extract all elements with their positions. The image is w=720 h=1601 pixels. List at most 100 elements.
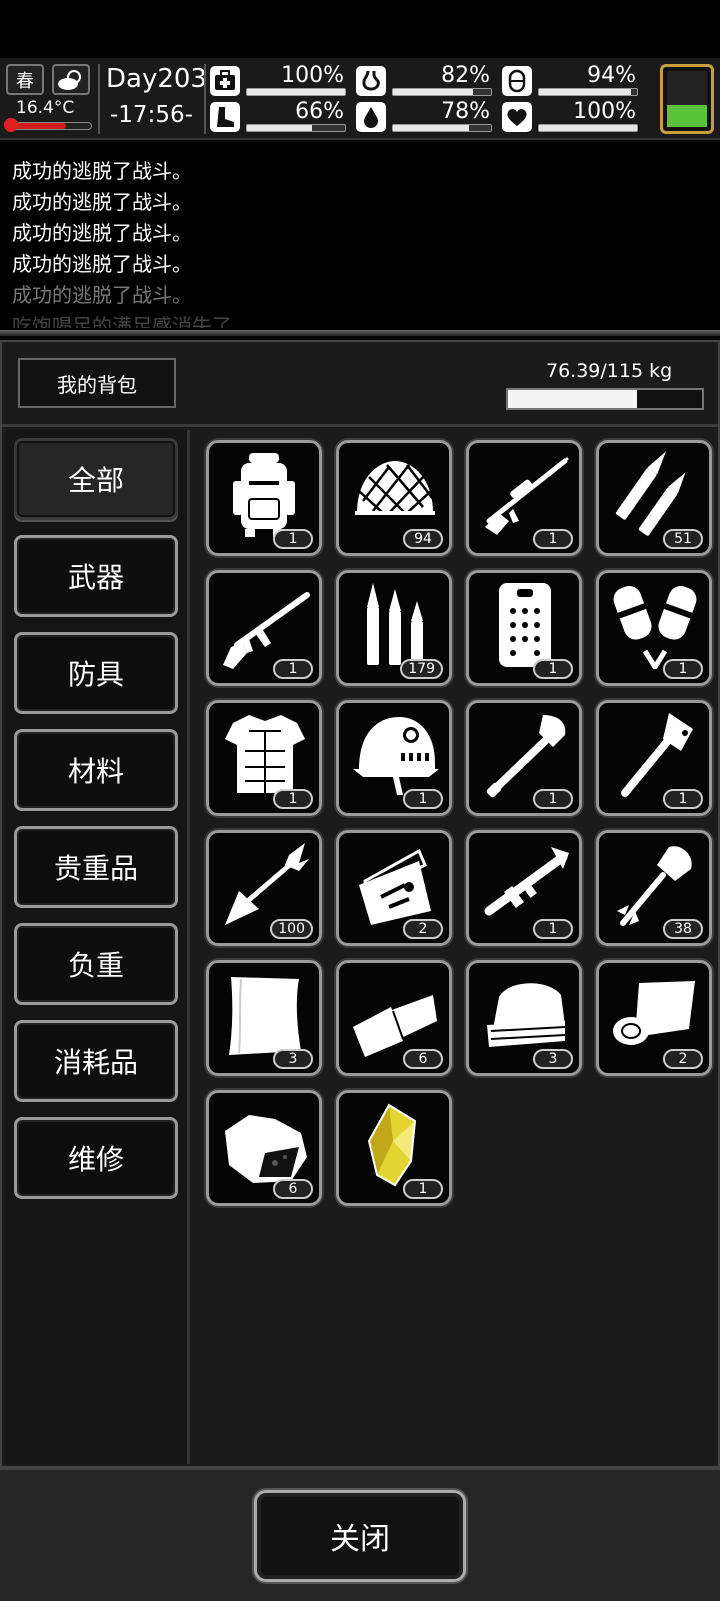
inventory-slot[interactable]: 3 bbox=[206, 960, 322, 1076]
inventory-slot[interactable]: 1 bbox=[336, 700, 452, 816]
stat-fatigue: 66% bbox=[210, 99, 350, 136]
inventory-slot[interactable]: 179 bbox=[336, 570, 452, 686]
inventory-slot[interactable]: 1 bbox=[596, 570, 712, 686]
close-button-label: 关闭 bbox=[330, 1522, 390, 1557]
hud-separator bbox=[204, 64, 206, 134]
item-quantity: 6 bbox=[273, 1179, 313, 1199]
pill-icon bbox=[502, 66, 532, 96]
item-quantity: 38 bbox=[663, 919, 703, 939]
item-quantity: 3 bbox=[273, 1049, 313, 1069]
inventory-slot[interactable]: 1 bbox=[466, 570, 582, 686]
stomach-icon bbox=[356, 66, 386, 96]
battery-indicator bbox=[660, 64, 714, 134]
season-label: 春 bbox=[16, 70, 34, 92]
category-label: 防具 bbox=[67, 658, 124, 691]
item-quantity: 1 bbox=[273, 789, 313, 809]
inventory-slot[interactable]: 100 bbox=[206, 830, 322, 946]
temperature-bar bbox=[8, 122, 92, 130]
water-drop-icon bbox=[356, 102, 386, 132]
carry-weight-text: 76.39/115 kg bbox=[546, 360, 673, 382]
stat-value: 82% bbox=[441, 63, 490, 88]
log-line: 成功的逃脱了战斗。 bbox=[12, 283, 192, 307]
item-quantity: 1 bbox=[403, 1179, 443, 1199]
stat-bar bbox=[392, 124, 492, 132]
item-quantity: 100 bbox=[270, 919, 313, 939]
temperature-value: 16.4°C bbox=[16, 98, 75, 118]
inventory-slot[interactable]: 51 bbox=[596, 440, 712, 556]
thermometer-icon bbox=[4, 118, 18, 132]
category-label: 武器 bbox=[67, 561, 124, 594]
status-hud: 春 16.4°C Day203 -17:56- 100% 82% 94% 66% 78%… bbox=[0, 58, 720, 140]
item-quantity: 2 bbox=[403, 919, 443, 939]
inventory-panel: 我的背包 76.39/115 kg 全部武器防具材料贵重品负重消耗品维修 1 94… bbox=[0, 340, 720, 1468]
message-log: 成功的逃脱了战斗。 成功的逃脱了战斗。 成功的逃脱了战斗。 成功的逃脱了战斗。 … bbox=[12, 156, 712, 328]
item-quantity: 179 bbox=[400, 659, 443, 679]
item-quantity: 1 bbox=[533, 789, 573, 809]
inventory-slot[interactable]: 1 bbox=[466, 830, 582, 946]
category-label: 维修 bbox=[67, 1143, 124, 1176]
category-label: 全部 bbox=[67, 464, 124, 497]
inventory-slot[interactable]: 6 bbox=[206, 1090, 322, 1206]
item-grid: 1 94 1 51 1 179 1 1 1 1 1 1 100 2 1 38 3 6 3 2 6 1 bbox=[196, 434, 712, 1464]
inventory-slot[interactable]: 1 bbox=[336, 1090, 452, 1206]
inventory-slot[interactable]: 38 bbox=[596, 830, 712, 946]
stat-value: 100% bbox=[281, 63, 344, 88]
inventory-slot[interactable]: 1 bbox=[596, 700, 712, 816]
category-label: 贵重品 bbox=[53, 852, 138, 885]
medkit-icon bbox=[210, 66, 240, 96]
day-counter: Day203 bbox=[106, 64, 207, 94]
footer-bar: 关闭 bbox=[0, 1468, 720, 1601]
inventory-slot[interactable]: 3 bbox=[466, 960, 582, 1076]
inventory-slot[interactable]: 1 bbox=[466, 440, 582, 556]
game-clock: -17:56- bbox=[110, 102, 193, 128]
item-quantity: 1 bbox=[533, 529, 573, 549]
category-tab[interactable]: 武器 bbox=[14, 535, 178, 617]
stat-hunger: 82% bbox=[356, 63, 496, 100]
category-tab[interactable]: 全部 bbox=[14, 438, 178, 520]
item-quantity: 1 bbox=[403, 789, 443, 809]
stat-bar bbox=[246, 88, 346, 96]
season-indicator: 春 bbox=[6, 64, 44, 95]
inventory-slot[interactable]: 2 bbox=[596, 960, 712, 1076]
stat-value: 66% bbox=[295, 99, 344, 124]
category-tab[interactable]: 维修 bbox=[14, 1117, 178, 1199]
hud-separator bbox=[98, 64, 100, 134]
heart-icon bbox=[502, 102, 532, 132]
inventory-title: 我的背包 bbox=[18, 358, 176, 408]
item-quantity: 1 bbox=[273, 529, 313, 549]
inventory-slot[interactable]: 1 bbox=[206, 700, 322, 816]
close-button[interactable]: 关闭 bbox=[254, 1490, 466, 1582]
inventory-slot[interactable]: 94 bbox=[336, 440, 452, 556]
log-line: 成功的逃脱了战斗。 bbox=[12, 159, 192, 183]
stat-stamina: 94% bbox=[502, 63, 642, 100]
inventory-slot[interactable]: 1 bbox=[466, 700, 582, 816]
stat-bar bbox=[392, 88, 492, 96]
boot-icon bbox=[210, 102, 240, 132]
item-quantity: 1 bbox=[533, 919, 573, 939]
log-line: 成功的逃脱了战斗。 bbox=[12, 190, 192, 214]
category-tab[interactable]: 负重 bbox=[14, 923, 178, 1005]
item-quantity: 94 bbox=[403, 529, 443, 549]
carry-weight-bar bbox=[506, 388, 704, 410]
category-tab[interactable]: 贵重品 bbox=[14, 826, 178, 908]
stat-bar bbox=[538, 88, 638, 96]
item-quantity: 1 bbox=[533, 659, 573, 679]
category-label: 材料 bbox=[67, 755, 124, 788]
item-quantity: 1 bbox=[663, 789, 703, 809]
log-line: 成功的逃脱了战斗。 bbox=[12, 252, 192, 276]
inventory-slot[interactable]: 1 bbox=[206, 440, 322, 556]
category-sidebar: 全部武器防具材料贵重品负重消耗品维修 bbox=[6, 430, 190, 1464]
inventory-slot[interactable]: 2 bbox=[336, 830, 452, 946]
log-line: 成功的逃脱了战斗。 bbox=[12, 221, 192, 245]
category-tab[interactable]: 材料 bbox=[14, 729, 178, 811]
inventory-slot[interactable]: 1 bbox=[206, 570, 322, 686]
category-tab[interactable]: 防具 bbox=[14, 632, 178, 714]
stat-mood: 100% bbox=[502, 99, 642, 136]
stat-thirst: 78% bbox=[356, 99, 496, 136]
category-label: 消耗品 bbox=[53, 1046, 138, 1079]
inventory-slot[interactable]: 6 bbox=[336, 960, 452, 1076]
item-quantity: 2 bbox=[663, 1049, 703, 1069]
inventory-title-label: 我的背包 bbox=[57, 372, 137, 397]
category-tab[interactable]: 消耗品 bbox=[14, 1020, 178, 1102]
stat-bar bbox=[538, 124, 638, 132]
